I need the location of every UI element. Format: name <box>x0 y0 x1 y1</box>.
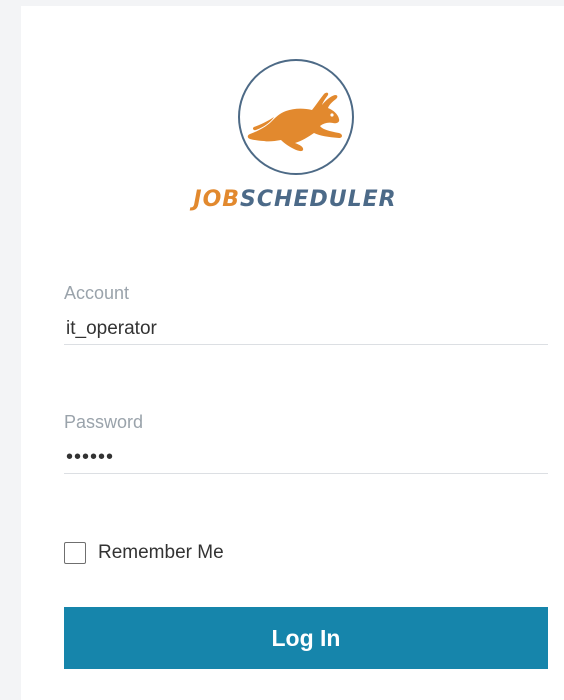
logo: JOBSCHEDULER <box>21 56 564 226</box>
login-card: JOBSCHEDULER Account Password Remember M… <box>21 6 564 700</box>
brand-name-part1: JOB <box>193 187 241 212</box>
login-button[interactable]: Log In <box>64 607 548 669</box>
remember-me[interactable]: Remember Me <box>64 541 224 565</box>
brand-name-part2: SCHEDULER <box>240 187 397 212</box>
logo-circle <box>238 59 354 175</box>
account-input[interactable] <box>64 313 548 345</box>
remember-me-checkbox[interactable] <box>64 542 86 564</box>
password-field-group: Password <box>64 411 548 474</box>
password-input[interactable] <box>64 442 548 474</box>
account-label: Account <box>64 283 130 303</box>
password-label: Password <box>64 412 144 432</box>
account-field-group: Account <box>64 282 548 345</box>
remember-me-label: Remember Me <box>98 542 224 563</box>
brand-name: JOBSCHEDULER <box>184 187 406 212</box>
rabbit-icon <box>247 92 342 152</box>
